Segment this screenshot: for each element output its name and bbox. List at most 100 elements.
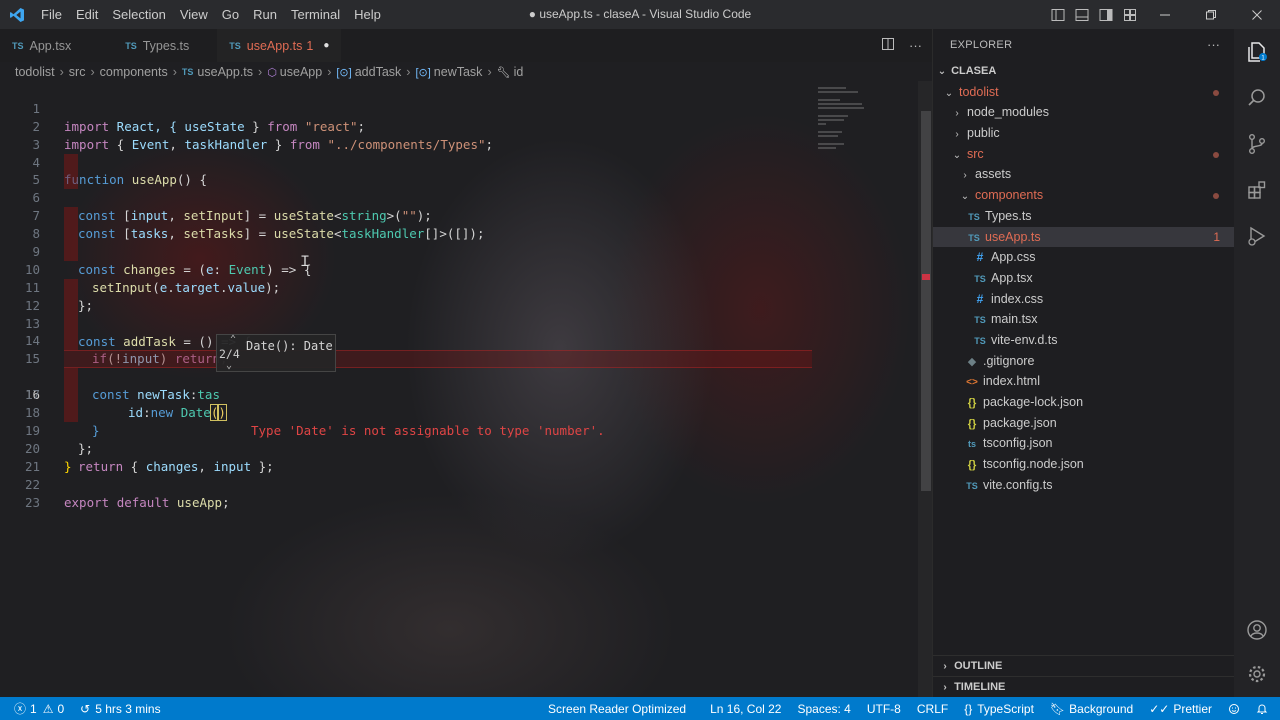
customize-layout-icon[interactable] bbox=[1118, 0, 1142, 29]
notifications-bell-icon[interactable] bbox=[1248, 697, 1280, 720]
tab-actions: ··· bbox=[881, 29, 922, 62]
typescript-file-icon: TS bbox=[974, 273, 986, 284]
outline-section[interactable]: › OUTLINE bbox=[933, 655, 1235, 676]
explorer-header: EXPLORER bbox=[950, 39, 1013, 51]
breadcrumb-item[interactable]: addTask bbox=[355, 65, 402, 79]
problem-dot-icon bbox=[1213, 151, 1219, 158]
overload-counter: 2/4 bbox=[219, 347, 240, 361]
menu-go[interactable]: Go bbox=[215, 0, 246, 29]
chevron-right-icon: › bbox=[406, 65, 411, 79]
history-icon: ↺ bbox=[80, 701, 91, 716]
time-tracker-status[interactable]: ↺ 5 hrs 3 mins bbox=[72, 697, 168, 720]
tree-file[interactable]: # App.css bbox=[933, 247, 1234, 268]
tree-folder[interactable]: › node_modules bbox=[933, 102, 1234, 123]
tab-types-ts[interactable]: TS Types.ts bbox=[83, 29, 201, 62]
chevron-up-icon[interactable]: ⌃ bbox=[221, 335, 245, 345]
tab-problem-count: 1 bbox=[306, 38, 314, 53]
toggle-secondary-sidebar-icon[interactable] bbox=[1094, 0, 1118, 29]
code-line: 6 const [tasks, setTasks] = useState<tas… bbox=[0, 171, 932, 241]
toggle-sidebar-icon[interactable] bbox=[1046, 0, 1070, 29]
code-line: 23 bbox=[0, 476, 932, 510]
indentation-status[interactable]: Spaces: 4 bbox=[789, 697, 858, 720]
prettier-status[interactable]: ✓✓ Prettier bbox=[1141, 697, 1220, 720]
tree-item-label: Types.ts bbox=[985, 208, 1032, 223]
restore-icon[interactable] bbox=[1188, 0, 1234, 29]
tree-file[interactable]: <> index.html bbox=[933, 371, 1234, 392]
editor-area: TS App.tsx TS Types.ts TS useApp.ts 1 ● … bbox=[0, 29, 932, 697]
eol-status[interactable]: CRLF bbox=[909, 697, 956, 720]
more-actions-icon[interactable]: ··· bbox=[909, 38, 922, 53]
split-editor-icon[interactable] bbox=[881, 37, 895, 54]
tree-file[interactable]: # index.css bbox=[933, 289, 1234, 310]
typescript-file-icon: TS bbox=[968, 211, 980, 222]
chevron-right-icon: › bbox=[955, 129, 959, 141]
minimap[interactable] bbox=[818, 87, 908, 157]
menu-edit[interactable]: Edit bbox=[69, 0, 105, 29]
breadcrumb-item[interactable]: src bbox=[69, 65, 86, 79]
tree-file[interactable]: {} tsconfig.node.json bbox=[933, 454, 1234, 475]
close-window-icon[interactable] bbox=[1234, 0, 1280, 29]
unsaved-dot-icon[interactable]: ● bbox=[323, 40, 329, 51]
more-actions-icon[interactable]: ··· bbox=[1207, 37, 1220, 52]
background-extension-status[interactable]: 🔖︎ Background bbox=[1042, 697, 1141, 720]
breadcrumb-item[interactable]: newTask bbox=[434, 65, 483, 79]
tree-file[interactable]: TS vite.config.ts bbox=[933, 475, 1234, 496]
source-control-icon[interactable] bbox=[1234, 121, 1280, 167]
menu-selection[interactable]: Selection bbox=[105, 0, 172, 29]
tree-file[interactable]: {} package-lock.json bbox=[933, 392, 1234, 413]
tree-folder[interactable]: › assets bbox=[933, 164, 1234, 185]
code-line: 5 const [input, setInput] = useState<str… bbox=[0, 153, 932, 223]
menu-terminal[interactable]: Terminal bbox=[284, 0, 347, 29]
menu-file[interactable]: File bbox=[34, 0, 69, 29]
status-bar: ⓧ 1 ⚠ 0 ↺ 5 hrs 3 mins Screen Reader Opt… bbox=[0, 697, 1280, 720]
breadcrumb-item[interactable]: useApp bbox=[280, 65, 322, 79]
search-icon[interactable] bbox=[1234, 75, 1280, 121]
chevron-right-icon: › bbox=[172, 65, 177, 79]
tree-folder[interactable]: ⌄ components bbox=[933, 185, 1234, 206]
breadcrumb-item[interactable]: useApp.ts bbox=[197, 65, 253, 79]
menu-run[interactable]: Run bbox=[246, 0, 284, 29]
scrollbar-thumb[interactable] bbox=[921, 111, 931, 491]
menu-view[interactable]: View bbox=[173, 0, 215, 29]
run-debug-icon[interactable] bbox=[1234, 213, 1280, 259]
cursor-position-status[interactable]: Ln 16, Col 22 bbox=[702, 697, 789, 720]
workspace-root[interactable]: ⌄ CLASEA bbox=[933, 61, 1234, 82]
parameter-hints-popup[interactable]: ⌃ 2/4 Date(): Date ⌄ bbox=[216, 334, 336, 372]
tree-file[interactable]: TS main.tsx bbox=[933, 309, 1234, 330]
breadcrumb-item[interactable]: todolist bbox=[15, 65, 55, 79]
tree-file[interactable]: TS Types.ts bbox=[933, 206, 1234, 227]
screen-reader-status[interactable]: Screen Reader Optimized bbox=[540, 697, 702, 720]
explorer-files-icon[interactable]: 1 bbox=[1234, 29, 1280, 75]
feedback-icon[interactable] bbox=[1220, 697, 1248, 720]
tab-useapp-ts[interactable]: TS useApp.ts 1 ● bbox=[217, 29, 342, 62]
tree-file[interactable]: TS useApp.ts 1 bbox=[933, 226, 1234, 248]
breadcrumb-item[interactable]: id bbox=[514, 65, 524, 79]
language-status[interactable]: {} TypeScript bbox=[956, 697, 1042, 720]
extensions-icon[interactable] bbox=[1234, 167, 1280, 213]
tree-folder[interactable]: ⌄ src bbox=[933, 144, 1234, 165]
menu-help[interactable]: Help bbox=[347, 0, 388, 29]
tree-item-label: tsconfig.json bbox=[983, 436, 1053, 451]
tree-folder[interactable]: › public bbox=[933, 123, 1234, 144]
hint-nav-arrows[interactable]: ⌃ bbox=[221, 335, 245, 345]
problems-status[interactable]: ⓧ 1 ⚠ 0 bbox=[0, 697, 72, 720]
tree-folder[interactable]: ⌄ todolist bbox=[933, 82, 1234, 103]
tree-file[interactable]: TS vite-env.d.ts bbox=[933, 330, 1234, 351]
breadcrumb-item[interactable]: components bbox=[100, 65, 168, 79]
encoding-status[interactable]: UTF-8 bbox=[859, 697, 909, 720]
tab-app-tsx[interactable]: TS App.tsx bbox=[0, 29, 83, 62]
accounts-icon[interactable] bbox=[1234, 607, 1280, 653]
settings-gear-icon[interactable] bbox=[1234, 651, 1280, 697]
code-editor[interactable]: 1 import React, { useState } from "react… bbox=[0, 82, 932, 510]
typescript-file-icon: TS bbox=[125, 40, 137, 51]
tree-item-label: package.json bbox=[983, 415, 1057, 430]
git-file-icon: ◆ bbox=[967, 355, 977, 368]
tree-file[interactable]: TS App.tsx bbox=[933, 268, 1234, 289]
chevron-down-icon[interactable]: ⌄ bbox=[226, 361, 232, 371]
minimize-icon[interactable] bbox=[1142, 0, 1188, 29]
timeline-section[interactable]: › TIMELINE bbox=[933, 676, 1235, 697]
tree-file[interactable]: ts tsconfig.json bbox=[933, 433, 1234, 454]
tree-file[interactable]: {} package.json bbox=[933, 413, 1234, 434]
tree-file[interactable]: ◆ .gitignore bbox=[933, 351, 1234, 372]
toggle-panel-icon[interactable] bbox=[1070, 0, 1094, 29]
